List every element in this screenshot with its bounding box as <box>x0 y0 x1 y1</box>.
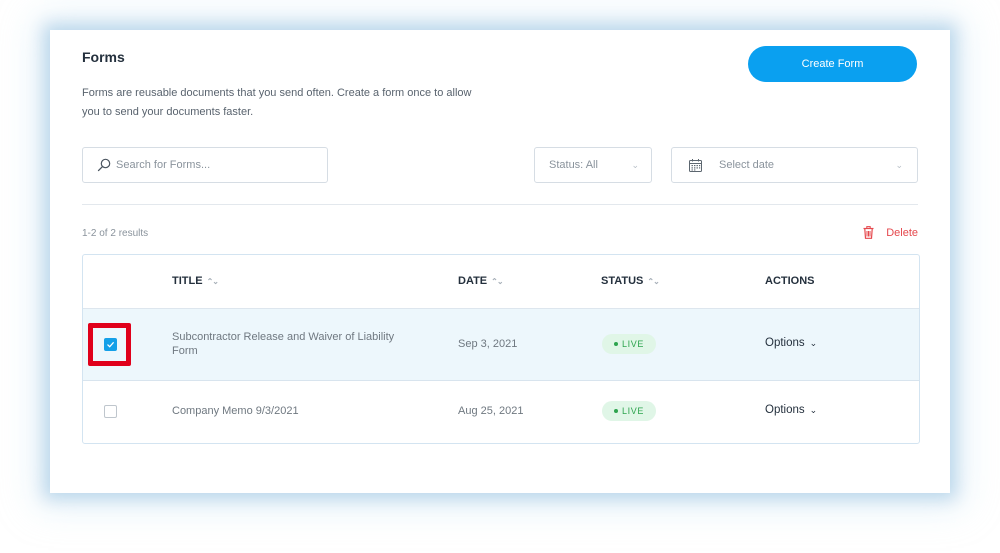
search-box[interactable] <box>82 147 328 183</box>
date-filter-placeholder: Select date <box>719 159 775 171</box>
status-badge: LIVE <box>602 401 656 421</box>
search-input[interactable] <box>116 159 316 171</box>
status-badge-label: LIVE <box>622 406 644 416</box>
status-filter-select[interactable]: Status: All ⌄ <box>534 147 652 183</box>
status-dot <box>614 342 619 346</box>
table-header: TITLE ⌃⌄ DATE ⌃⌄ STATUS ⌃⌄ ACTIONS <box>83 255 919 309</box>
date-filter-select[interactable]: Select date ⌄ <box>671 147 918 183</box>
page-title: Forms <box>82 49 125 65</box>
table-row[interactable]: Company Memo 9/3/2021 Aug 25, 2021 LIVE … <box>83 381 919 443</box>
status-badge-label: LIVE <box>622 339 644 349</box>
column-header-actions-label: ACTIONS <box>765 275 815 287</box>
delete-button[interactable]: Delete <box>863 226 918 239</box>
row-date: Sep 3, 2021 <box>458 338 518 350</box>
trash-icon <box>863 226 874 239</box>
column-header-title-label: TITLE <box>172 275 203 287</box>
column-header-title[interactable]: TITLE ⌃⌄ <box>172 275 219 287</box>
column-header-status-label: STATUS <box>601 275 644 287</box>
column-header-status[interactable]: STATUS ⌃⌄ <box>601 275 660 287</box>
status-dot <box>614 409 619 413</box>
options-label: Options <box>765 337 805 349</box>
options-dropdown[interactable]: Options ⌄ <box>765 404 817 416</box>
chevron-down-icon: ⌄ <box>809 337 818 348</box>
options-label: Options <box>765 404 805 416</box>
check-icon <box>107 341 115 348</box>
delete-label: Delete <box>886 226 918 239</box>
results-count: 1-2 of 2 results <box>82 228 149 239</box>
sort-icon: ⌃⌄ <box>491 276 503 286</box>
search-icon <box>97 158 111 172</box>
chevron-down-icon: ⌄ <box>809 404 818 415</box>
sort-icon: ⌃⌄ <box>206 276 219 286</box>
page-description: Forms are reusable documents that you se… <box>82 87 472 118</box>
chevron-down-icon: ⌄ <box>631 159 639 170</box>
column-header-date[interactable]: DATE ⌃⌄ <box>458 275 504 287</box>
row-title[interactable]: Subcontractor Release and Waiver of Liab… <box>172 330 402 358</box>
row-checkbox[interactable] <box>104 338 117 351</box>
options-dropdown[interactable]: Options ⌄ <box>765 337 817 349</box>
divider <box>82 204 918 205</box>
calendar-icon <box>689 158 702 172</box>
sort-icon: ⌃⌄ <box>647 276 659 286</box>
forms-table: TITLE ⌃⌄ DATE ⌃⌄ STATUS ⌃⌄ ACTIONS Subco… <box>82 254 920 444</box>
create-form-button[interactable]: Create Form <box>748 46 917 82</box>
row-date: Aug 25, 2021 <box>458 405 524 417</box>
column-header-actions: ACTIONS <box>765 275 815 287</box>
row-checkbox[interactable] <box>104 405 117 418</box>
forms-panel: Forms Forms are reusable documents that … <box>50 30 950 493</box>
chevron-down-icon: ⌄ <box>895 159 903 170</box>
row-title[interactable]: Company Memo 9/3/2021 <box>172 405 299 417</box>
column-header-date-label: DATE <box>458 275 488 287</box>
status-filter-label: Status: All <box>549 159 598 171</box>
status-badge: LIVE <box>602 334 656 354</box>
table-row[interactable]: Subcontractor Release and Waiver of Liab… <box>83 309 919 381</box>
